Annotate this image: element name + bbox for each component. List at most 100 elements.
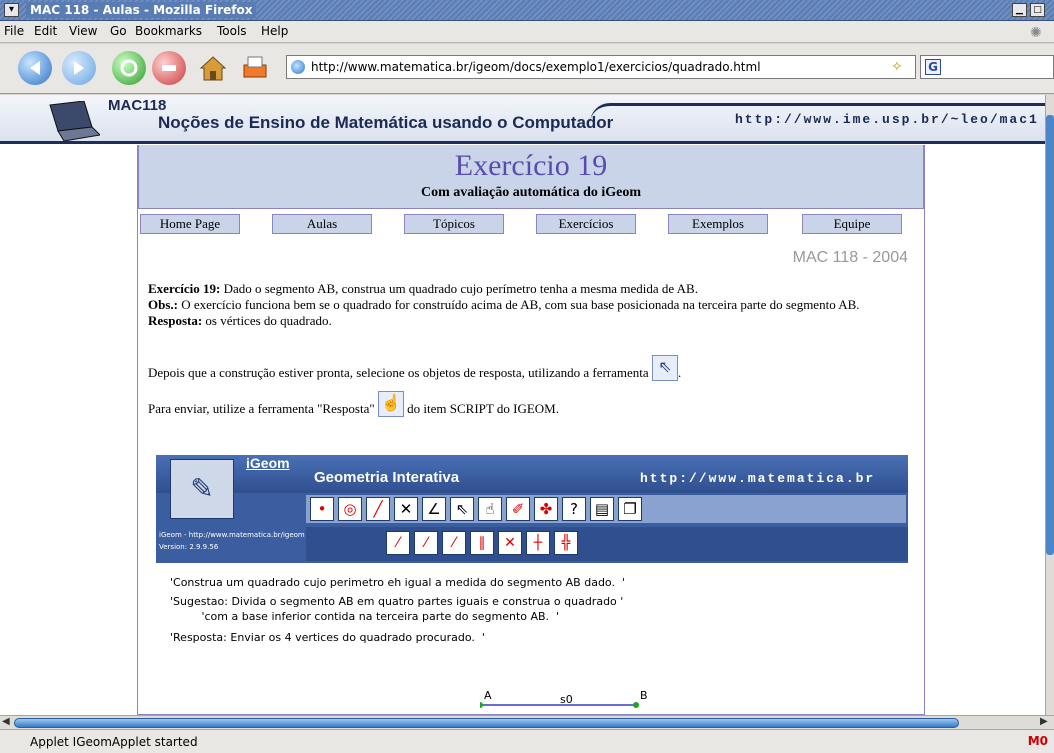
address-bar[interactable]: http://www.matematica.br/igeom/docs/exem… bbox=[286, 55, 916, 79]
applet-toolbar-bottom: ⁄ ⁄ ⁄ ∥ ✕ ┼ ╬ bbox=[306, 527, 908, 561]
print-icon bbox=[243, 56, 267, 78]
point-a[interactable] bbox=[477, 702, 483, 708]
answer-tool-icon: ☝ bbox=[377, 391, 404, 417]
horizontal-scrollbar[interactable]: ◀ ▶ bbox=[0, 715, 1054, 729]
stop-button[interactable] bbox=[152, 51, 186, 85]
menu-view[interactable]: View bbox=[69, 24, 97, 38]
back-button[interactable] bbox=[18, 51, 52, 85]
menu-tools[interactable]: Tools bbox=[217, 24, 247, 38]
header-url: http://www.ime.usp.br/~leo/mac1 bbox=[735, 112, 1039, 127]
exercise-statement: Exercício 19: Dado o segmento AB, constr… bbox=[148, 281, 918, 297]
menu-go[interactable]: Go bbox=[110, 24, 127, 38]
address-text[interactable]: http://www.matematica.br/igeom/docs/exem… bbox=[311, 60, 761, 74]
forward-arrow-icon bbox=[74, 61, 84, 75]
axes-tool-icon[interactable]: ┼ bbox=[526, 531, 550, 555]
menu-edit[interactable]: Edit bbox=[34, 24, 57, 38]
obs-body: O exercício funciona bem se o quadrado f… bbox=[177, 297, 860, 312]
vertical-scroll-thumb[interactable] bbox=[1046, 115, 1054, 555]
status-bar: Applet IGeomApplet started M0 bbox=[0, 729, 1054, 753]
menu-help[interactable]: Help bbox=[261, 24, 288, 38]
window-menu-button[interactable]: ▾ bbox=[4, 3, 19, 17]
nav-exemplos[interactable]: Exemplos bbox=[668, 214, 768, 234]
exercise-header: Exercício 19 Com avaliação automática do… bbox=[138, 145, 924, 209]
page-column: Exercício 19 Com avaliação automática do… bbox=[137, 145, 925, 715]
exercise-body: Dado o segmento AB, construa um quadrado… bbox=[220, 281, 698, 296]
home-button[interactable] bbox=[196, 51, 230, 85]
obs-note: Obs.: O exercício funciona bem se o quad… bbox=[148, 297, 918, 313]
applet-geometria-label: Geometria Interativa bbox=[314, 469, 460, 486]
minimize-button[interactable]: ▁ bbox=[1012, 3, 1027, 17]
nav-home-page[interactable]: Home Page bbox=[140, 214, 240, 234]
stop-icon bbox=[162, 65, 176, 71]
forward-button[interactable] bbox=[62, 51, 96, 85]
applet-version-url: iGeom - http://www.matematica.br/igeom bbox=[159, 531, 305, 539]
scroll-left-icon[interactable]: ◀ bbox=[2, 716, 10, 727]
send-instruction-end: do item SCRIPT do IGEOM. bbox=[403, 401, 559, 416]
nav-topicos[interactable]: Tópicos bbox=[404, 214, 504, 234]
select-instruction-text: Depois que a construção estiver pronta, … bbox=[148, 365, 649, 380]
edit-tool-icon[interactable]: ✐ bbox=[506, 497, 530, 521]
applet-version: iGeom - http://www.matematica.br/igeom V… bbox=[159, 529, 305, 553]
reload-button[interactable] bbox=[112, 51, 146, 85]
help-tool-icon[interactable]: ? bbox=[562, 497, 586, 521]
segment-tool-icon[interactable]: ∠ bbox=[422, 497, 446, 521]
applet-igeom-label: iGeom bbox=[246, 455, 290, 471]
hand-tool-icon[interactable]: ☝ bbox=[478, 497, 502, 521]
segment-ab[interactable]: A s0 B bbox=[477, 689, 880, 711]
activity-throbber-icon: ✺ bbox=[1030, 25, 1042, 41]
vertical-scrollbar[interactable] bbox=[1045, 95, 1054, 715]
nav-exercicios[interactable]: Exercícios bbox=[536, 214, 636, 234]
applet-url: http://www.matematica.br bbox=[640, 471, 876, 486]
security-icon[interactable]: ✧ bbox=[891, 59, 907, 75]
igeom-logo-icon: ✎ bbox=[170, 459, 234, 519]
menu-bookmarks[interactable]: Bookmarks bbox=[135, 24, 202, 38]
scroll-right-icon[interactable]: ▶ bbox=[1040, 716, 1048, 727]
script-line: 'Sugestao: Divida o segmento AB em quatr… bbox=[170, 595, 624, 608]
horizontal-scroll-thumb[interactable] bbox=[14, 718, 959, 728]
course-subtitle: Noções de Ensino de Matemática usando o … bbox=[158, 113, 614, 132]
site-nav: Home Page Aulas Tópicos Exercícios Exemp… bbox=[138, 211, 924, 237]
answer-label: Resposta: bbox=[148, 313, 203, 328]
point-b[interactable] bbox=[633, 702, 639, 708]
menu-file[interactable]: File bbox=[4, 24, 24, 38]
distance-tool-icon[interactable]: ╬ bbox=[554, 531, 578, 555]
reflect-tool-icon[interactable]: ✕ bbox=[498, 531, 522, 555]
laptop-icon bbox=[49, 101, 100, 141]
point-a-label: A bbox=[484, 689, 492, 702]
point-tool-icon[interactable]: • bbox=[310, 497, 334, 521]
select-tool-button-icon[interactable]: ⇖ bbox=[450, 497, 474, 521]
hide-tool-icon[interactable]: ✤ bbox=[534, 497, 558, 521]
line-tool-icon[interactable]: ╱ bbox=[366, 497, 390, 521]
menu-bar: File Edit View Go Bookmarks Tools Help bbox=[0, 21, 1054, 43]
nav-aulas[interactable]: Aulas bbox=[272, 214, 372, 234]
select-instruction-end: . bbox=[677, 365, 682, 380]
home-icon bbox=[199, 56, 227, 81]
script-line: 'Construa um quadrado cujo perimetro eh … bbox=[170, 576, 625, 589]
print-button[interactable] bbox=[238, 51, 272, 85]
circle-tool-icon[interactable]: ◎ bbox=[338, 497, 362, 521]
applet-toolbar-top: • ◎ ╱ ✕ ∠ ⇖ ☝ ✐ ✤ ? ▤ ❐ bbox=[306, 495, 906, 523]
obs-label: Obs.: bbox=[148, 297, 178, 312]
nav-equipe[interactable]: Equipe bbox=[802, 214, 902, 234]
perpendicular-tool-icon[interactable]: ⁄ bbox=[414, 531, 438, 555]
script-tool-icon[interactable]: ❐ bbox=[618, 497, 642, 521]
window-title: MAC 118 - Aulas - Mozilla Firefox bbox=[26, 2, 257, 18]
window-titlebar: ▾ MAC 118 - Aulas - Mozilla Firefox ▁ □ bbox=[0, 0, 1054, 21]
parallel-line-tool-icon[interactable]: ⁄ bbox=[442, 531, 466, 555]
google-engine-icon[interactable]: G bbox=[925, 59, 941, 75]
course-code: MAC118 bbox=[108, 97, 167, 114]
parallel-tool-icon[interactable]: ∥ bbox=[470, 531, 494, 555]
intersection-tool-icon[interactable]: ✕ bbox=[394, 497, 418, 521]
segment-ab-figure bbox=[477, 702, 639, 708]
file-tool-icon[interactable]: ▤ bbox=[590, 497, 614, 521]
mail-indicator[interactable]: M0 bbox=[1028, 734, 1048, 748]
midpoint-tool-icon[interactable]: ⁄ bbox=[386, 531, 410, 555]
maximize-button[interactable]: □ bbox=[1030, 3, 1045, 17]
back-arrow-icon bbox=[30, 61, 40, 75]
script-line: 'com a base inferior contida na terceira… bbox=[170, 610, 560, 623]
search-box[interactable]: G bbox=[920, 55, 1054, 79]
site-header: MAC118 Noções de Ensino de Matemática us… bbox=[0, 95, 1045, 144]
igeom-applet[interactable]: iGeom Geometria Interativa http://www.ma… bbox=[156, 455, 908, 563]
answer-note: Resposta: os vértices do quadrado. bbox=[148, 313, 918, 329]
page-subtitle: Com avaliação automática do iGeom bbox=[420, 185, 642, 200]
